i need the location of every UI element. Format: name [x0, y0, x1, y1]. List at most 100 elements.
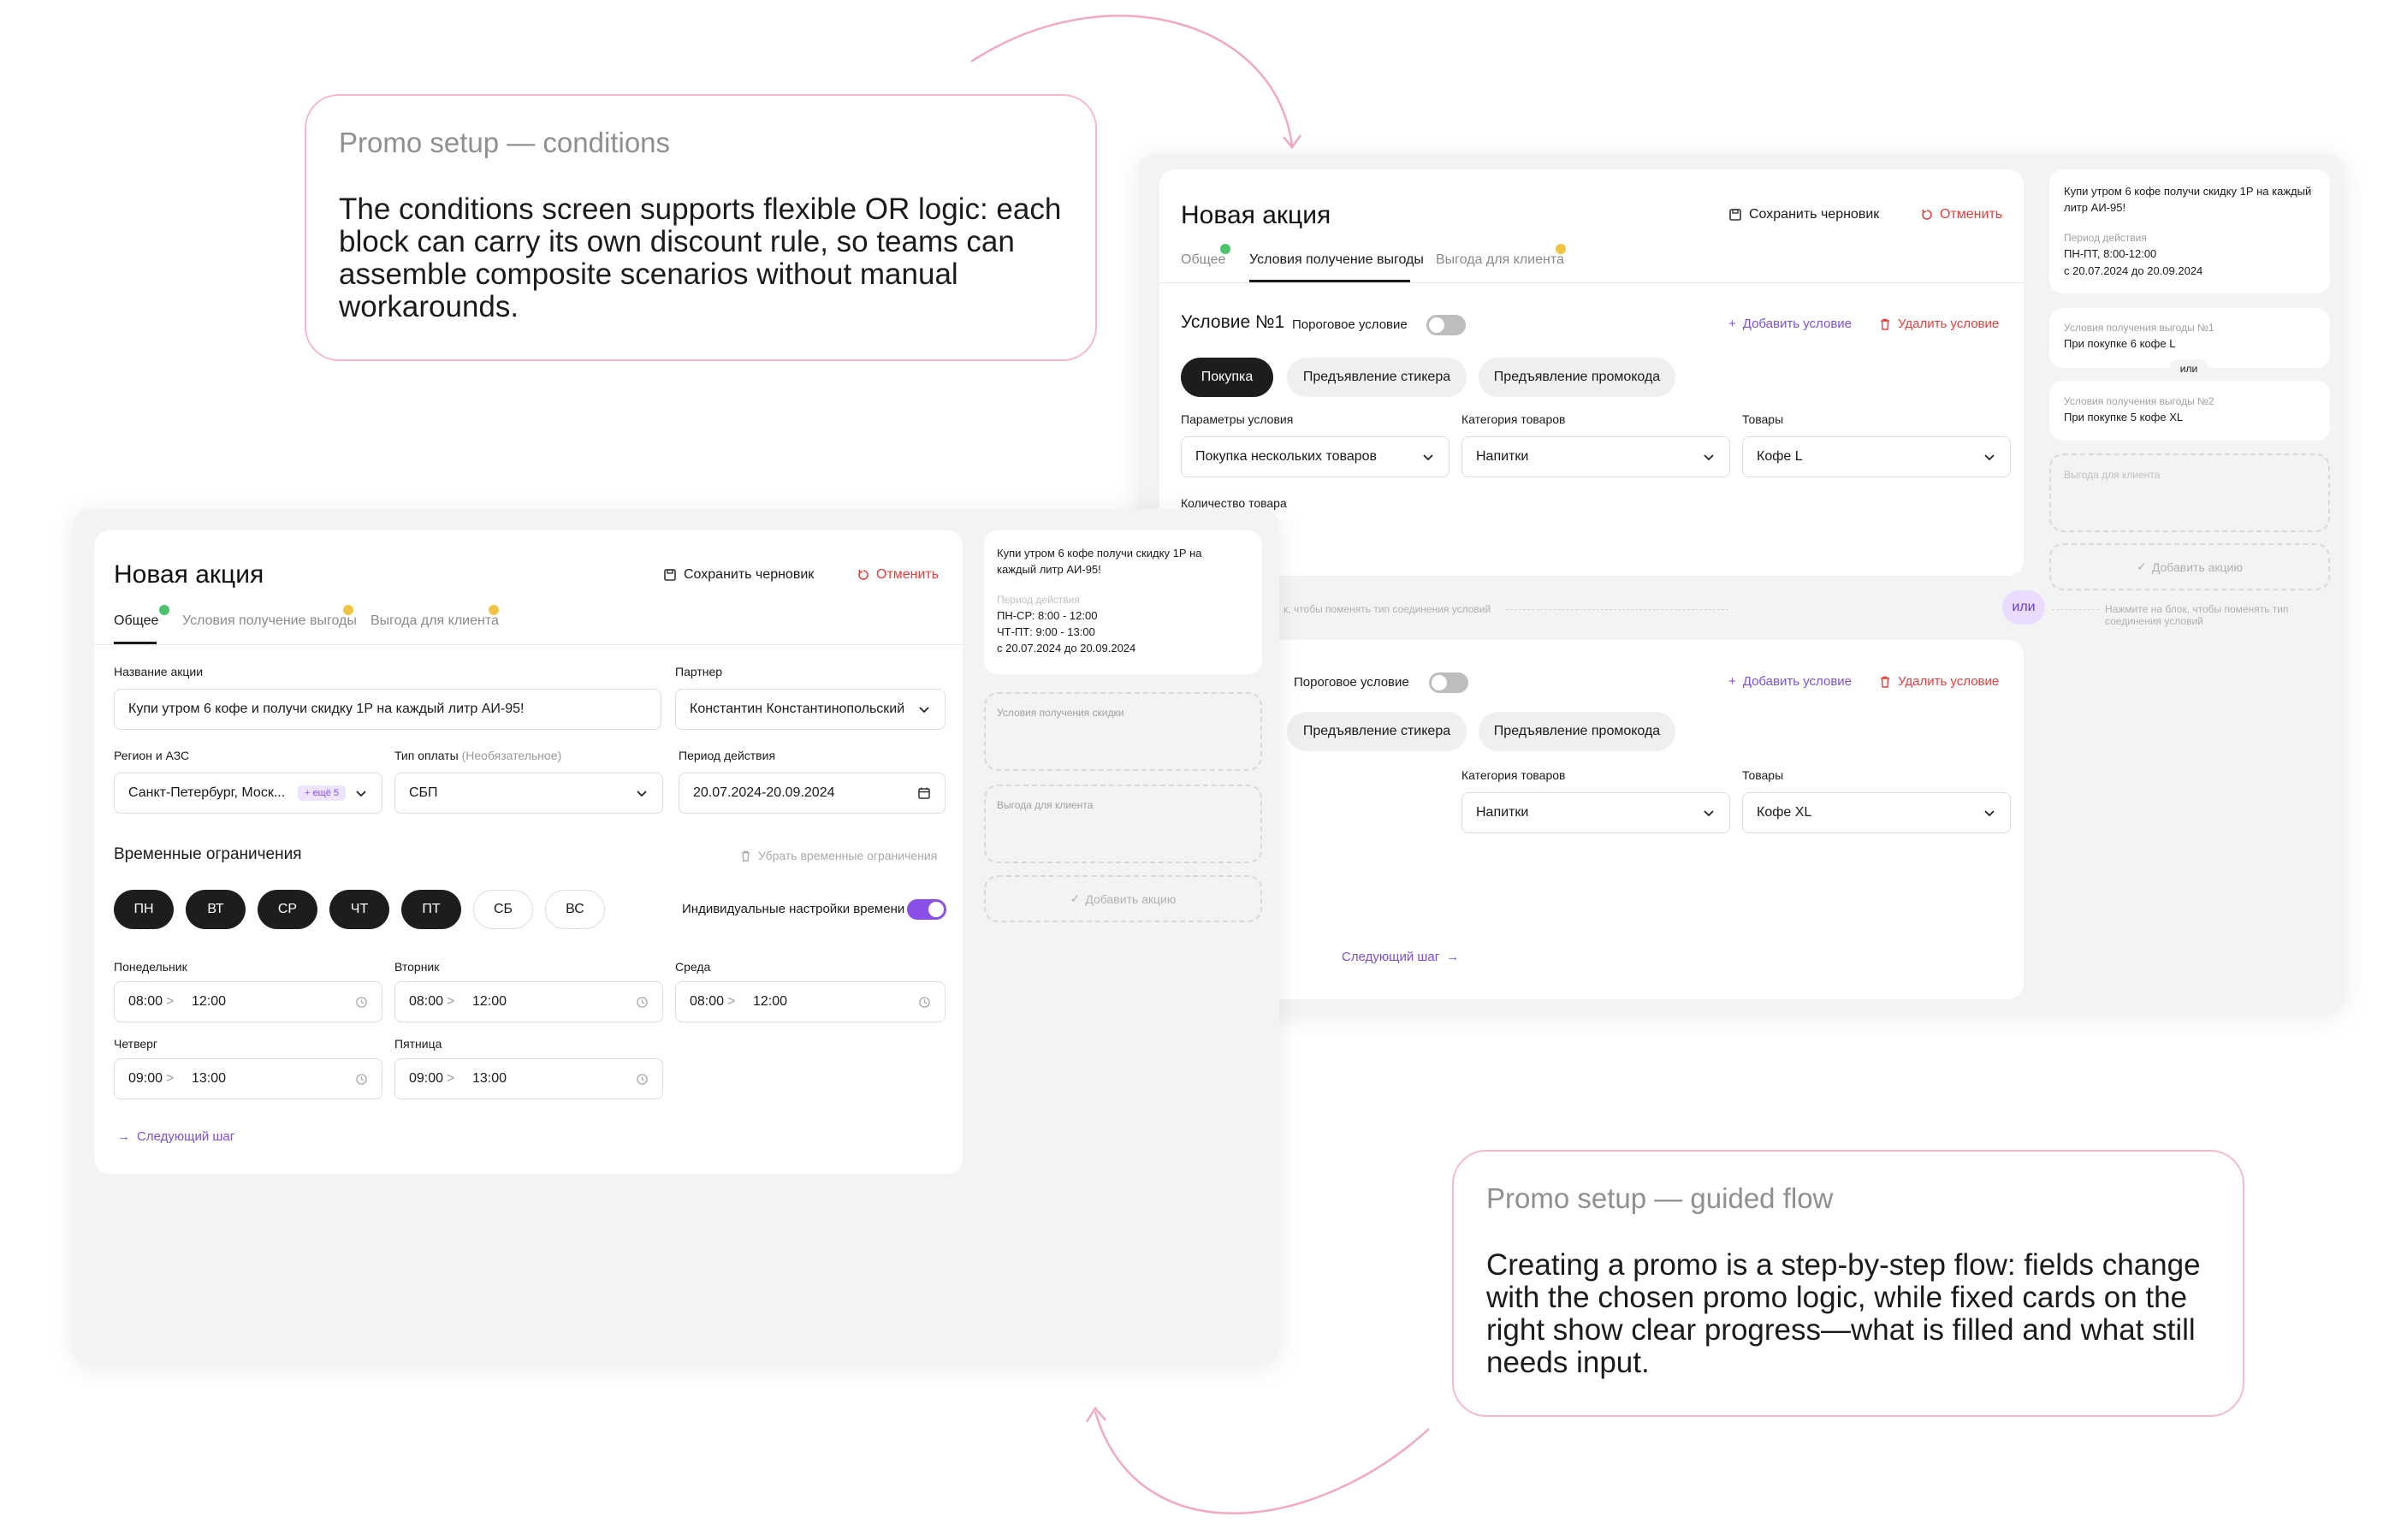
chevron-down-icon: [637, 791, 647, 797]
schedule-thu-label: Четверг: [114, 1037, 158, 1051]
chevron-down-icon: [1704, 454, 1714, 461]
period-picker[interactable]: 20.07.2024-20.09.2024: [679, 773, 946, 814]
individual-time-toggle[interactable]: [907, 899, 946, 920]
remove-time-button[interactable]: Убрать временные ограничения: [740, 849, 937, 862]
payment-optional: (Необязательное): [461, 749, 562, 762]
plus-icon: +: [1728, 674, 1736, 689]
chip-purchase[interactable]: Покупка: [1181, 358, 1273, 397]
threshold-toggle-2[interactable]: [1429, 672, 1468, 693]
individual-time-label: Индивидуальные настройки времени: [682, 902, 905, 916]
save-draft-button[interactable]: Сохранить черновик: [1728, 207, 1879, 222]
tab-benefit[interactable]: Выгода для клиента: [1436, 252, 1564, 268]
cancel-button[interactable]: Отменить: [1921, 207, 2002, 222]
category-select-2[interactable]: Напитки: [1461, 792, 1730, 833]
arrow-right-icon: >: [447, 1071, 455, 1086]
tab-benefit[interactable]: Выгода для клиента: [371, 613, 499, 629]
benefit-card-label: Выгода для клиента: [2064, 469, 2161, 481]
goods-value-2: Кофе XL: [1757, 805, 1812, 820]
chevron-down-icon: [919, 707, 929, 714]
delete-condition-label-2: Удалить условие: [1898, 674, 2000, 689]
goods-label-2: Товары: [1742, 768, 1784, 782]
condition-2-card-label: Условия получения выгоды №2: [2064, 395, 2214, 407]
summary-period-line1: ПН-ПТ, 8:00-12:00: [2064, 247, 2157, 260]
chip-sticker-2[interactable]: Предъявление стикера: [1287, 712, 1467, 751]
tab-general-done-dot: [1220, 244, 1230, 254]
page-title: Новая акция: [114, 560, 264, 589]
schedule-fri-to: 13:00: [472, 1071, 507, 1086]
summary-period-line3: с 20.07.2024 до 20.09.2024: [997, 642, 1136, 654]
tab-conditions-pending-dot: [343, 605, 353, 615]
region-select[interactable]: Санкт-Петербург, Моск... + ещё 5: [114, 773, 382, 814]
schedule-mon-label: Понедельник: [114, 960, 187, 974]
day-mon[interactable]: ПН: [114, 890, 174, 929]
schedule-thu-field[interactable]: 09:00 > 13:00: [114, 1058, 382, 1099]
add-condition-button-2[interactable]: + Добавить условие: [1728, 674, 1852, 689]
schedule-thu-from: 09:00: [128, 1071, 163, 1086]
category-select[interactable]: Напитки: [1461, 436, 1730, 477]
delete-condition-button[interactable]: Удалить условие: [1879, 317, 1999, 331]
partner-label: Партнер: [675, 665, 723, 678]
callout-conditions: Promo setup — conditions The conditions …: [305, 94, 1097, 361]
schedule-mon-field[interactable]: 08:00 > 12:00: [114, 981, 382, 1022]
schedule-fri-field[interactable]: 09:00 > 13:00: [394, 1058, 663, 1099]
day-fri[interactable]: ПТ: [401, 890, 461, 929]
chip-sticker[interactable]: Предъявление стикера: [1287, 358, 1467, 397]
goods-select-2[interactable]: Кофе XL: [1742, 792, 2011, 833]
conditions-screen: Новая акция Сохранить черновик Отменить …: [1138, 154, 2345, 1014]
summary-period-line2: с 20.07.2024 до 20.09.2024: [2064, 264, 2203, 277]
add-promo-button[interactable]: ✓ Добавить акцию: [984, 875, 1262, 922]
region-value: Санкт-Петербург, Моск...: [128, 785, 286, 800]
clock-icon: [637, 996, 648, 1008]
next-step-label: Следующий шаг: [137, 1129, 235, 1144]
schedule-tue-to: 12:00: [472, 994, 507, 1009]
time-section-title: Временные ограничения: [114, 845, 302, 863]
summary-period-line2: ЧТ-ПТ: 9:00 - 13:00: [997, 625, 1095, 638]
tab-conditions[interactable]: Условия получение выгоды: [182, 613, 357, 629]
day-sat[interactable]: СБ: [473, 890, 533, 929]
save-icon: [1729, 209, 1741, 221]
schedule-wed-field[interactable]: 08:00 > 12:00: [675, 981, 946, 1022]
threshold-label: Пороговое условие: [1292, 317, 1408, 332]
day-wed[interactable]: СР: [258, 890, 317, 929]
trash-icon: [741, 850, 750, 862]
cancel-icon: [858, 569, 869, 580]
payment-label-text: Тип оплаты: [394, 749, 459, 762]
callout-conditions-body: The conditions screen supports flexible …: [339, 192, 1062, 323]
tab-general[interactable]: Общее: [114, 613, 158, 629]
or-connector-toggle[interactable]: или: [2002, 590, 2045, 625]
next-step-button-2[interactable]: Следующий шаг →: [1342, 950, 1459, 964]
tab-benefit-pending-dot: [489, 605, 499, 615]
partner-select[interactable]: Константин Константинопольский: [675, 689, 946, 730]
add-promo-label: Добавить акцию: [2151, 560, 2243, 574]
tab-general[interactable]: Общее: [1181, 252, 1225, 268]
day-sun[interactable]: ВС: [545, 890, 605, 929]
promo-name-input[interactable]: Купи утром 6 кофе и получи скидку 1Р на …: [114, 689, 661, 730]
add-promo-button[interactable]: ✓ Добавить акцию: [2049, 543, 2330, 590]
payment-value: СБП: [409, 785, 438, 800]
params-select[interactable]: Покупка нескольких товаров: [1181, 436, 1450, 477]
schedule-tue-from: 08:00: [409, 994, 444, 1009]
add-condition-label-2: Добавить условие: [1742, 674, 1853, 689]
category-value: Напитки: [1476, 449, 1529, 464]
add-condition-button[interactable]: + Добавить условие: [1728, 317, 1852, 331]
summary-period-line1: ПН-СР: 8:00 - 12:00: [997, 609, 1098, 622]
arrow-right-icon: >: [166, 994, 175, 1009]
tab-conditions[interactable]: Условия получение выгоды: [1249, 252, 1424, 268]
condition-2-card-value: При покупке 5 кофе XL: [2064, 411, 2184, 424]
cancel-button[interactable]: Отменить: [857, 567, 939, 583]
condition-1-title: Условие №1: [1181, 312, 1285, 332]
arrow-right-icon: →: [117, 1129, 130, 1144]
day-thu[interactable]: ЧТ: [329, 890, 389, 929]
payment-select[interactable]: СБП: [394, 773, 663, 814]
category-label-2: Категория товаров: [1461, 768, 1566, 782]
day-tue[interactable]: ВТ: [186, 890, 246, 929]
threshold-toggle[interactable]: [1426, 315, 1466, 335]
save-draft-button[interactable]: Сохранить черновик: [663, 567, 814, 583]
schedule-tue-field[interactable]: 08:00 > 12:00: [394, 981, 663, 1022]
chip-promocode[interactable]: Предъявление промокода: [1479, 358, 1675, 397]
goods-select[interactable]: Кофе L: [1742, 436, 2011, 477]
chip-promocode-2[interactable]: Предъявление промокода: [1479, 712, 1675, 751]
next-step-button[interactable]: → Следующий шаг: [117, 1129, 234, 1144]
delete-condition-button-2[interactable]: Удалить условие: [1879, 674, 1999, 689]
summary-promo-name: Купи утром 6 кофе получи скидку 1Р на ка…: [997, 547, 1202, 576]
